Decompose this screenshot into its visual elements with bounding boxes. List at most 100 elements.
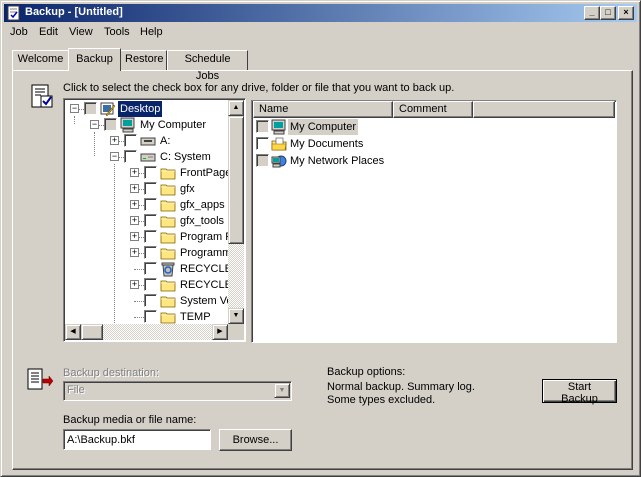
folder-icon <box>160 229 176 245</box>
close-button[interactable]: × <box>618 6 634 20</box>
tree-scroll-down-button[interactable]: ▼ <box>228 308 244 324</box>
tree-checkbox[interactable] <box>144 166 157 179</box>
expand-icon[interactable]: + <box>130 280 139 289</box>
network-places-icon <box>271 153 287 169</box>
tree-checkbox[interactable] <box>124 150 137 163</box>
start-backup-button[interactable]: Start Backup <box>542 379 617 405</box>
list-item[interactable]: My Network Places <box>254 153 454 169</box>
tree-node-label: My Computer <box>140 119 207 131</box>
tree-node[interactable]: + gfx <box>64 181 228 197</box>
tree-checkbox[interactable] <box>144 182 157 195</box>
tree-node[interactable]: − C: System <box>64 149 228 165</box>
tree-connector-line <box>134 269 144 270</box>
expand-icon[interactable]: + <box>130 216 139 225</box>
backup-options-line2: Some types excluded. <box>327 394 436 406</box>
menu-tools[interactable]: Tools <box>104 26 130 38</box>
tree-checkbox[interactable] <box>84 102 97 115</box>
tree-node[interactable]: − My Computer <box>64 117 228 133</box>
tree-checkbox[interactable] <box>144 198 157 211</box>
backup-destination-label: Backup destination: <box>63 367 160 379</box>
tree-scroll-left-button[interactable]: ◀ <box>65 324 81 340</box>
expand-icon[interactable]: + <box>110 136 119 145</box>
tab-schedule-jobs[interactable]: Schedule Jobs <box>167 50 248 82</box>
file-list[interactable]: Name Comment My Computer My Documents My N… <box>251 100 617 343</box>
column-header-comment[interactable]: Comment <box>393 101 473 118</box>
expand-icon[interactable]: + <box>130 232 139 241</box>
folder-icon <box>160 293 176 309</box>
list-item[interactable]: My Computer <box>254 119 454 135</box>
backup-media-input[interactable] <box>63 429 211 450</box>
tree-checkbox[interactable] <box>144 262 157 275</box>
collapse-icon[interactable]: − <box>70 104 79 113</box>
tree-node-label: gfx_tools <box>180 215 225 227</box>
tree-checkbox[interactable] <box>104 118 117 131</box>
list-item-name: My Network Places <box>290 155 385 167</box>
column-header-name[interactable]: Name <box>253 101 393 118</box>
maximize-button[interactable]: □ <box>600 6 616 20</box>
collapse-icon[interactable]: − <box>110 152 119 161</box>
expand-icon[interactable]: + <box>130 168 139 177</box>
dropdown-arrow-icon[interactable]: ▼ <box>274 383 290 398</box>
tree-node[interactable]: + RECYCLEI <box>64 277 228 293</box>
tree-checkbox[interactable] <box>144 230 157 243</box>
tree-scroll-right-button[interactable]: ▶ <box>212 324 228 340</box>
list-item-name: My Computer <box>288 119 359 135</box>
backup-app-icon <box>7 5 20 21</box>
menu-help[interactable]: Help <box>140 26 163 38</box>
tree-checkbox[interactable] <box>144 246 157 259</box>
tree-node[interactable]: + A: <box>64 133 228 149</box>
expand-icon[interactable]: + <box>130 248 139 257</box>
folder-tree[interactable]: − Desktop − My Computer + A: − C: System + FrontP… <box>63 98 246 342</box>
tree-checkbox[interactable] <box>144 310 157 323</box>
minimize-button[interactable]: _ <box>584 6 600 20</box>
expand-icon[interactable]: + <box>130 200 139 209</box>
tree-node-label: Programme <box>180 247 228 259</box>
tree-vscroll-thumb[interactable] <box>228 116 244 244</box>
tree-node[interactable]: + FrontPage <box>64 165 228 181</box>
tab-restore[interactable]: Restore <box>120 50 167 70</box>
folder-icon <box>160 197 176 213</box>
tree-node[interactable]: TEMP <box>64 309 228 325</box>
title-bar[interactable]: Backup - [Untitled] _ □ × <box>4 4 637 22</box>
tree-node[interactable]: + Programme <box>64 245 228 261</box>
tree-checkbox[interactable] <box>144 294 157 307</box>
tree-node[interactable]: RECYCLEI <box>64 261 228 277</box>
folder-icon <box>160 165 176 181</box>
tree-node-label: gfx <box>180 183 195 195</box>
my-computer-icon <box>271 119 287 135</box>
list-item-checkbox[interactable] <box>256 120 269 133</box>
backup-window: Backup - [Untitled] _ □ × Job Edit View … <box>0 0 641 477</box>
tree-connector-line <box>134 317 144 318</box>
list-item[interactable]: My Documents <box>254 136 454 152</box>
list-item-checkbox[interactable] <box>256 137 269 150</box>
tree-node[interactable]: − Desktop <box>64 100 228 118</box>
tree-node-label: System Vo <box>180 295 228 307</box>
desktop-icon <box>100 101 116 117</box>
collapse-icon[interactable]: − <box>90 120 99 129</box>
list-item-checkbox[interactable] <box>256 154 269 167</box>
menu-edit[interactable]: Edit <box>39 26 58 38</box>
tree-node-label: A: <box>160 135 171 147</box>
tab-backup[interactable]: Backup <box>68 48 121 71</box>
expand-icon[interactable]: + <box>130 184 139 193</box>
backup-destination-select[interactable]: File ▼ <box>63 381 292 401</box>
menu-view[interactable]: View <box>69 26 93 38</box>
scroll-corner <box>228 324 244 340</box>
folder-icon <box>160 213 176 229</box>
folder-icon <box>160 181 176 197</box>
tree-node[interactable]: + gfx_tools <box>64 213 228 229</box>
tab-welcome[interactable]: Welcome <box>12 50 69 70</box>
tree-node[interactable]: + Program Fi <box>64 229 228 245</box>
tree-node[interactable]: + gfx_apps <box>64 197 228 213</box>
tree-checkbox[interactable] <box>144 214 157 227</box>
backup-destination-value: File <box>67 384 85 396</box>
menu-job[interactable]: Job <box>10 26 28 38</box>
tree-hscroll-thumb[interactable] <box>81 324 103 340</box>
tree-scroll-up-button[interactable]: ▲ <box>228 100 244 116</box>
tree-node-label: gfx_apps <box>180 199 225 211</box>
tree-checkbox[interactable] <box>124 134 137 147</box>
hard-drive-icon <box>140 149 156 165</box>
tree-checkbox[interactable] <box>144 278 157 291</box>
tree-node[interactable]: System Vo <box>64 293 228 309</box>
browse-button[interactable]: Browse... <box>219 429 292 451</box>
